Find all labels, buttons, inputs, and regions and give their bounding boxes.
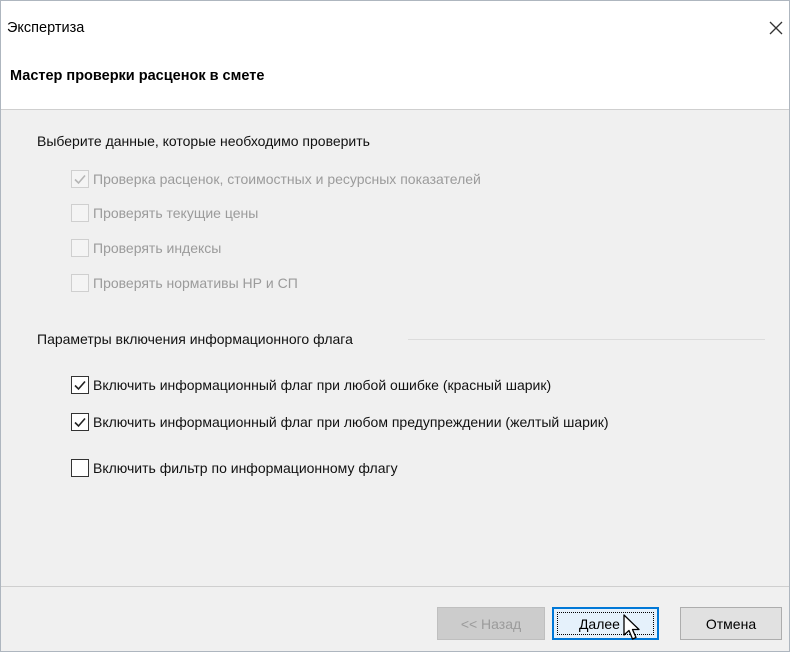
checkbox-label: Проверять текущие цены — [93, 205, 259, 221]
checkbox-flag-on-warning[interactable]: Включить информационный флаг при любом п… — [71, 411, 609, 433]
checkbox-box[interactable] — [71, 239, 89, 257]
focus-rect — [557, 612, 654, 635]
wizard-title: Мастер проверки расценок в смете — [10, 68, 265, 84]
checkmark-icon — [74, 417, 86, 428]
checkbox-box[interactable] — [71, 459, 89, 477]
checkmark-icon — [74, 380, 86, 391]
checkbox-check-rates[interactable]: Проверка расценок, стоимостных и ресурсн… — [71, 168, 481, 190]
wizard-header: Мастер проверки расценок в смете — [1, 51, 789, 110]
checkbox-label: Включить информационный флаг при любой о… — [93, 377, 552, 393]
flag-section-label: Параметры включения информационного флаг… — [37, 331, 353, 347]
checkbox-check-current-prices[interactable]: Проверять текущие цены — [71, 202, 258, 224]
footer-divider — [1, 586, 789, 587]
checkbox-label: Включить фильтр по информационному флагу — [93, 460, 398, 476]
cancel-button[interactable]: Отмена — [680, 607, 782, 640]
checkbox-check-norms[interactable]: Проверять нормативы НР и СП — [71, 272, 298, 294]
title-bar: Экспертиза — [1, 1, 789, 51]
checkbox-filter-by-flag[interactable]: Включить фильтр по информационному флагу — [71, 457, 398, 479]
data-section-label: Выберите данные, которые необходимо пров… — [37, 133, 370, 149]
back-button[interactable]: << Назад — [437, 607, 545, 640]
checkbox-box[interactable] — [71, 170, 89, 188]
checkmark-icon — [74, 174, 86, 185]
next-button[interactable]: Далее > — [552, 607, 659, 640]
checkbox-flag-on-error[interactable]: Включить информационный флаг при любой о… — [71, 374, 551, 396]
close-icon — [769, 21, 783, 35]
checkbox-box[interactable] — [71, 413, 89, 431]
checkbox-box[interactable] — [71, 204, 89, 222]
checkbox-label: Проверка расценок, стоимостных и ресурсн… — [93, 171, 481, 187]
checkbox-box[interactable] — [71, 376, 89, 394]
checkbox-label: Включить информационный флаг при любом п… — [93, 414, 609, 430]
dialog-window: Экспертиза Мастер проверки расценок в см… — [0, 0, 790, 652]
checkbox-check-indexes[interactable]: Проверять индексы — [71, 237, 221, 259]
checkbox-box[interactable] — [71, 274, 89, 292]
checkbox-label: Проверять индексы — [93, 240, 222, 256]
window-title: Экспертиза — [7, 20, 85, 36]
group-divider — [408, 339, 765, 340]
close-button[interactable] — [763, 13, 789, 43]
checkbox-label: Проверять нормативы НР и СП — [93, 275, 298, 291]
